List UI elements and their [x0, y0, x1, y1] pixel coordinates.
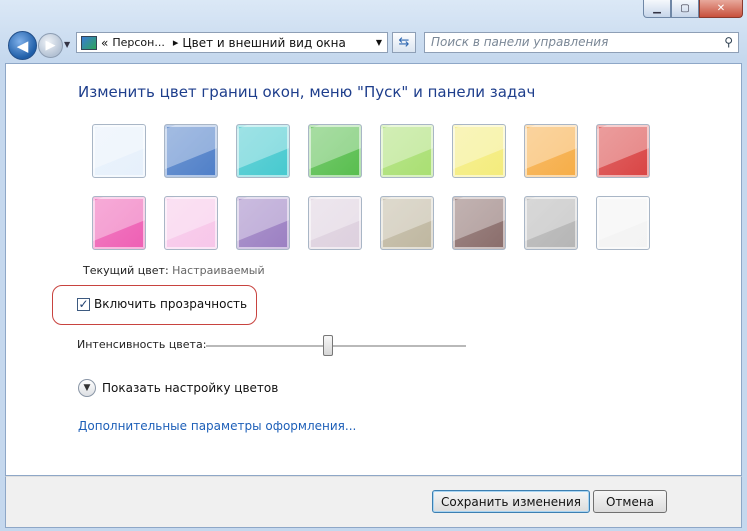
color-swatch[interactable]	[596, 124, 650, 178]
cancel-button[interactable]: Отмена	[593, 490, 667, 513]
color-swatch[interactable]	[308, 124, 362, 178]
back-arrow-icon: ◀	[16, 36, 29, 55]
expand-color-mixer-label[interactable]: Показать настройку цветов	[102, 381, 278, 395]
chevron-down-icon: ▼	[83, 383, 91, 393]
breadcrumb-prefix[interactable]: «	[101, 36, 108, 50]
color-swatch[interactable]	[524, 124, 578, 178]
maximize-button[interactable]: ▢	[671, 0, 699, 18]
color-swatch[interactable]	[524, 196, 578, 250]
color-swatch[interactable]	[236, 124, 290, 178]
current-color-value: Настраиваемый	[172, 264, 265, 277]
save-button[interactable]: Сохранить изменения	[432, 490, 590, 513]
transparency-checkbox[interactable]: ✓	[77, 298, 90, 311]
minimize-icon: ▁	[653, 3, 661, 14]
search-placeholder: Поиск в панели управления	[431, 35, 609, 49]
current-color-label: Текущий цвет:	[83, 264, 169, 277]
search-input[interactable]: Поиск в панели управления ⚲	[424, 32, 739, 53]
control-panel-icon	[81, 35, 97, 50]
address-bar[interactable]: « Персон... ▸ Цвет и внешний вид окна ▼	[76, 32, 388, 53]
color-swatch[interactable]	[452, 196, 506, 250]
color-swatch[interactable]	[452, 124, 506, 178]
search-icon[interactable]: ⚲	[724, 35, 733, 49]
maximize-icon: ▢	[680, 3, 690, 14]
forward-button[interactable]: ▶	[38, 33, 63, 58]
intensity-slider-track[interactable]	[206, 345, 466, 348]
color-swatch[interactable]	[380, 124, 434, 178]
page-title: Изменить цвет границ окон, меню "Пуск" и…	[78, 83, 536, 101]
color-swatch[interactable]	[92, 124, 146, 178]
button-bar: Сохранить изменения Отмена	[5, 476, 742, 528]
color-swatch[interactable]	[164, 124, 218, 178]
intensity-label: Интенсивность цвета:	[77, 338, 207, 351]
expand-color-mixer-button[interactable]: ▼	[78, 379, 96, 397]
back-button[interactable]: ◀	[8, 31, 37, 60]
forward-arrow-icon: ▶	[45, 38, 56, 53]
control-panel-window: ▁ ▢ ✕ ◀ ▶ ▼ « Персон... ▸ Цвет и внешний…	[0, 0, 747, 531]
refresh-button[interactable]: ⇆	[392, 32, 416, 53]
navigation-bar: ◀ ▶ ▼ « Персон... ▸ Цвет и внешний вид о…	[0, 27, 747, 63]
caption-buttons: ▁ ▢ ✕	[643, 0, 743, 18]
color-swatch[interactable]	[380, 196, 434, 250]
breadcrumb-parent[interactable]: Персон...	[112, 36, 164, 49]
refresh-icon: ⇆	[398, 35, 410, 50]
color-swatch[interactable]	[164, 196, 218, 250]
color-swatch[interactable]	[236, 196, 290, 250]
recent-pages-dropdown-icon[interactable]: ▼	[64, 40, 70, 49]
close-icon: ✕	[716, 3, 726, 14]
color-swatch[interactable]	[92, 196, 146, 250]
breadcrumb-current[interactable]: Цвет и внешний вид окна	[182, 36, 346, 50]
minimize-button[interactable]: ▁	[643, 0, 671, 18]
intensity-slider-thumb[interactable]	[323, 335, 334, 356]
close-button[interactable]: ✕	[699, 0, 743, 18]
address-dropdown-icon[interactable]: ▼	[376, 38, 382, 47]
current-color: Текущий цвет: Настраиваемый	[83, 264, 265, 277]
color-swatch[interactable]	[596, 196, 650, 250]
main-content: Изменить цвет границ окон, меню "Пуск" и…	[5, 63, 742, 476]
transparency-label[interactable]: Включить прозрачность	[94, 297, 247, 311]
color-swatch[interactable]	[308, 196, 362, 250]
advanced-appearance-link[interactable]: Дополнительные параметры оформления...	[78, 419, 356, 433]
breadcrumb-separator[interactable]: ▸	[173, 36, 179, 49]
